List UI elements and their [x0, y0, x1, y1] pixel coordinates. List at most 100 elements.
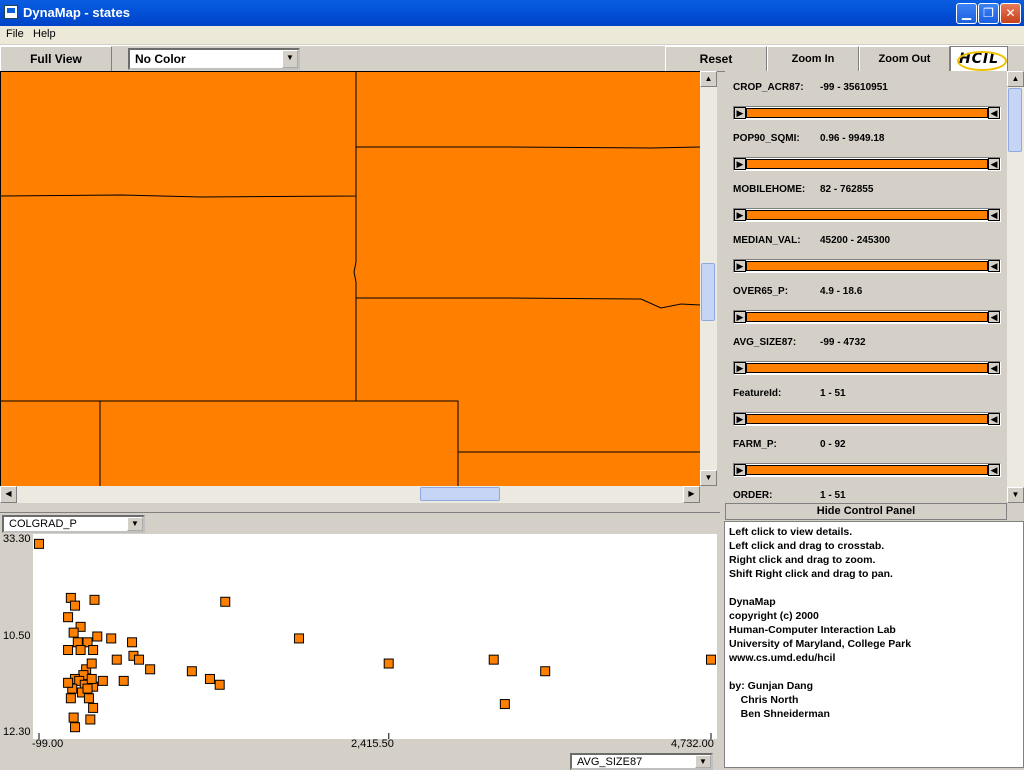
- scroll-left-icon[interactable]: ◀: [0, 486, 17, 503]
- scatter-point[interactable]: [86, 673, 97, 684]
- range-slider-fill[interactable]: [746, 414, 988, 424]
- scatter-point[interactable]: [145, 664, 156, 675]
- scroll-up-icon[interactable]: ▲: [1007, 71, 1024, 87]
- scatter-point[interactable]: [127, 637, 138, 648]
- range-slider[interactable]: ▶ ◀: [733, 412, 1001, 426]
- scatter-point[interactable]: [63, 645, 74, 656]
- scroll-up-icon[interactable]: ▲: [700, 71, 717, 87]
- slider-left-handle-icon[interactable]: ▶: [734, 260, 746, 272]
- scatter-point[interactable]: [106, 633, 117, 644]
- range-slider[interactable]: ▶ ◀: [733, 106, 1001, 120]
- scatter-point[interactable]: [34, 538, 44, 549]
- slider-left-handle-icon[interactable]: ▶: [734, 311, 746, 323]
- scatter-point[interactable]: [68, 627, 79, 638]
- reset-button[interactable]: Reset: [665, 46, 767, 72]
- scatter-point[interactable]: [383, 658, 394, 669]
- zoom-out-button[interactable]: Zoom Out: [859, 46, 950, 72]
- full-view-button[interactable]: Full View: [0, 46, 112, 72]
- chevron-down-icon[interactable]: ▼: [282, 50, 298, 68]
- scatter-point[interactable]: [118, 675, 129, 686]
- scatter-point[interactable]: [220, 596, 231, 607]
- chevron-down-icon[interactable]: ▼: [695, 755, 711, 768]
- slider-right-handle-icon[interactable]: ◀: [988, 311, 1000, 323]
- attribute-filter-row: OVER65_P: 4.9 - 18.6 ▶ ◀: [725, 275, 1007, 326]
- scatter-point[interactable]: [540, 666, 551, 677]
- menu-help[interactable]: Help: [33, 28, 56, 40]
- chevron-down-icon[interactable]: ▼: [127, 517, 143, 531]
- slider-left-handle-icon[interactable]: ▶: [734, 464, 746, 476]
- x-axis-select[interactable]: AVG_SIZE87 ▼: [570, 753, 713, 770]
- menu-file[interactable]: File: [6, 28, 24, 40]
- slider-right-handle-icon[interactable]: ◀: [988, 413, 1000, 425]
- range-slider-fill[interactable]: [746, 363, 988, 373]
- scatter-point[interactable]: [85, 714, 96, 725]
- scatter-point[interactable]: [86, 658, 97, 669]
- range-slider[interactable]: ▶ ◀: [733, 310, 1001, 324]
- range-slider[interactable]: ▶ ◀: [733, 361, 1001, 375]
- scatter-point[interactable]: [70, 600, 81, 611]
- scatter-point[interactable]: [111, 654, 122, 665]
- slider-right-handle-icon[interactable]: ◀: [988, 260, 1000, 272]
- control-panel-scroll-thumb[interactable]: [1008, 88, 1022, 152]
- zoom-in-button[interactable]: Zoom In: [767, 46, 859, 72]
- scatter-point[interactable]: [75, 645, 86, 656]
- scatter-point[interactable]: [214, 679, 225, 690]
- color-select[interactable]: No Color ▼: [128, 48, 300, 70]
- scatter-plot-area[interactable]: [33, 534, 717, 739]
- scatter-point[interactable]: [88, 702, 99, 713]
- scatter-point[interactable]: [65, 693, 76, 704]
- slider-right-handle-icon[interactable]: ◀: [988, 158, 1000, 170]
- range-slider[interactable]: ▶ ◀: [733, 259, 1001, 273]
- range-slider-fill[interactable]: [746, 159, 988, 169]
- range-slider-fill[interactable]: [746, 312, 988, 322]
- range-slider-fill[interactable]: [746, 465, 988, 475]
- scatter-point[interactable]: [68, 712, 79, 723]
- scatter-point[interactable]: [89, 594, 100, 605]
- app-icon[interactable]: [4, 5, 18, 19]
- y-axis-select[interactable]: COLGRAD_P ▼: [2, 515, 145, 533]
- scatter-point[interactable]: [97, 675, 108, 686]
- scatter-point[interactable]: [63, 677, 74, 688]
- slider-left-handle-icon[interactable]: ▶: [734, 209, 746, 221]
- scroll-right-icon[interactable]: ▶: [683, 486, 700, 503]
- scatter-point[interactable]: [488, 654, 499, 665]
- slider-left-handle-icon[interactable]: ▶: [734, 107, 746, 119]
- scatter-point[interactable]: [63, 612, 74, 623]
- map-hscroll-thumb[interactable]: [420, 487, 500, 501]
- scatter-point[interactable]: [88, 645, 99, 656]
- map-vertical-scrollbar[interactable]: ▲ ▼: [700, 71, 717, 486]
- range-slider[interactable]: ▶ ◀: [733, 157, 1001, 171]
- range-slider-fill[interactable]: [746, 108, 988, 118]
- slider-right-handle-icon[interactable]: ◀: [988, 107, 1000, 119]
- scatter-point[interactable]: [706, 654, 716, 665]
- close-button[interactable]: ✕: [1000, 3, 1021, 24]
- scatter-point[interactable]: [134, 654, 145, 665]
- range-slider-fill[interactable]: [746, 210, 988, 220]
- scatter-point[interactable]: [70, 722, 81, 733]
- map-view[interactable]: [0, 71, 700, 486]
- map-vscroll-thumb[interactable]: [701, 263, 715, 321]
- scatter-point[interactable]: [186, 666, 197, 677]
- scroll-down-icon[interactable]: ▼: [1007, 487, 1024, 503]
- control-panel-scrollbar[interactable]: ▲ ▼: [1007, 71, 1024, 503]
- minimize-button[interactable]: ▁: [956, 3, 977, 24]
- slider-left-handle-icon[interactable]: ▶: [734, 362, 746, 374]
- scatter-point[interactable]: [499, 699, 510, 710]
- maximize-button[interactable]: ❐: [978, 3, 999, 24]
- slider-right-handle-icon[interactable]: ◀: [988, 209, 1000, 221]
- scroll-down-icon[interactable]: ▼: [700, 470, 717, 486]
- map-horizontal-scrollbar[interactable]: ◀ ▶: [0, 486, 700, 503]
- range-slider-fill[interactable]: [746, 261, 988, 271]
- range-slider[interactable]: ▶ ◀: [733, 463, 1001, 477]
- hide-control-panel-button[interactable]: Hide Control Panel: [725, 503, 1007, 520]
- scatter-point[interactable]: [92, 631, 103, 642]
- slider-left-handle-icon[interactable]: ▶: [734, 413, 746, 425]
- slider-right-handle-icon[interactable]: ◀: [988, 362, 1000, 374]
- slider-left-handle-icon[interactable]: ▶: [734, 158, 746, 170]
- slider-right-handle-icon[interactable]: ◀: [988, 464, 1000, 476]
- scatter-point[interactable]: [83, 693, 94, 704]
- range-slider[interactable]: ▶ ◀: [733, 208, 1001, 222]
- scatter-point[interactable]: [82, 683, 93, 694]
- scatter-point[interactable]: [293, 633, 304, 644]
- scatter-point[interactable]: [204, 673, 215, 684]
